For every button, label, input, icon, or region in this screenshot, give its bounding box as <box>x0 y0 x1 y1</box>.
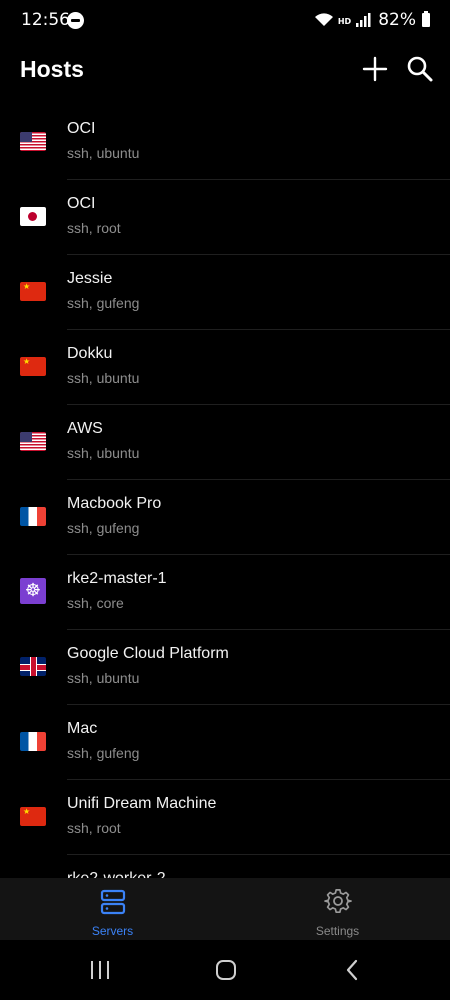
status-bar: 12:56 HD 82% <box>0 0 450 40</box>
search-button[interactable] <box>405 54 435 84</box>
host-name: rke2-master-1 <box>67 570 167 587</box>
host-item[interactable]: Google Cloud Platform ssh, ubuntu <box>0 630 450 705</box>
app-header: Hosts <box>0 40 450 100</box>
host-name: Unifi Dream Machine <box>67 795 217 812</box>
host-item[interactable]: rke2-worker-2 <box>0 855 450 878</box>
cn-flag-icon <box>20 807 46 826</box>
host-name: Mac <box>67 720 98 737</box>
host-subtitle: ssh, gufeng <box>67 295 140 311</box>
host-name: Dokku <box>67 345 113 362</box>
add-host-button[interactable] <box>360 54 390 84</box>
host-name: OCI <box>67 120 96 137</box>
fr-flag-icon <box>20 732 46 751</box>
page-title: Hosts <box>20 56 84 82</box>
host-name: OCI <box>67 195 96 212</box>
helm-wheel-icon: ☸ <box>20 578 46 604</box>
host-item[interactable]: Mac ssh, gufeng <box>0 705 450 780</box>
status-time: 12:56 <box>21 10 70 30</box>
host-item[interactable]: Jessie ssh, gufeng <box>0 255 450 330</box>
status-icons: HD 82% <box>314 9 430 31</box>
server-icon <box>100 889 126 915</box>
back-icon[interactable] <box>341 958 365 982</box>
host-subtitle: ssh, ubuntu <box>67 370 140 386</box>
bottom-nav: Servers Settings <box>0 878 450 940</box>
plus-icon <box>362 56 388 82</box>
home-icon[interactable] <box>214 958 238 982</box>
cn-flag-icon <box>20 282 46 301</box>
host-name: Google Cloud Platform <box>67 645 229 662</box>
host-subtitle: ssh, root <box>67 820 121 836</box>
host-name: Macbook Pro <box>67 495 162 512</box>
host-subtitle: ssh, gufeng <box>67 745 140 761</box>
fr-flag-icon <box>20 507 46 526</box>
host-name: rke2-worker-2 <box>67 870 166 878</box>
tab-settings[interactable]: Settings <box>225 878 450 940</box>
host-item[interactable]: OCI ssh, root <box>0 180 450 255</box>
host-subtitle: ssh, ubuntu <box>67 445 140 461</box>
hd-voice-label: HD <box>337 16 352 26</box>
jp-flag-icon <box>20 207 46 226</box>
host-item[interactable]: Dokku ssh, ubuntu <box>0 330 450 405</box>
host-item[interactable]: OCI ssh, ubuntu <box>0 105 450 180</box>
us-flag-icon <box>20 132 46 151</box>
cn-flag-icon <box>20 357 46 376</box>
us-flag-icon <box>20 432 46 451</box>
host-item[interactable]: Macbook Pro ssh, gufeng <box>0 480 450 555</box>
tab-servers-label: Servers <box>91 924 134 938</box>
recent-apps-icon[interactable] <box>88 958 112 982</box>
host-subtitle: ssh, core <box>67 595 124 611</box>
search-icon <box>407 56 433 82</box>
host-list[interactable]: OCI ssh, ubuntu OCI ssh, root Jessie ssh… <box>0 105 450 878</box>
host-subtitle: ssh, gufeng <box>67 520 140 536</box>
host-name: Jessie <box>67 270 113 287</box>
host-item[interactable]: Unifi Dream Machine ssh, root <box>0 780 450 855</box>
tab-settings-label: Settings <box>315 924 360 938</box>
tab-servers[interactable]: Servers <box>0 878 225 940</box>
battery-percent: 82% <box>378 10 416 30</box>
gb-flag-icon <box>20 657 46 676</box>
wifi-icon <box>314 13 333 26</box>
host-subtitle: ssh, ubuntu <box>67 145 140 161</box>
host-name: AWS <box>67 420 103 437</box>
host-item[interactable]: ☸ rke2-master-1 ssh, core <box>0 555 450 630</box>
do-not-disturb-icon <box>67 12 84 29</box>
host-subtitle: ssh, root <box>67 220 121 236</box>
battery-icon <box>422 11 430 27</box>
system-nav-bar <box>0 940 450 1000</box>
host-item[interactable]: AWS ssh, ubuntu <box>0 405 450 480</box>
host-subtitle: ssh, ubuntu <box>67 670 140 686</box>
signal-icon <box>356 13 371 27</box>
gear-icon <box>324 889 352 914</box>
